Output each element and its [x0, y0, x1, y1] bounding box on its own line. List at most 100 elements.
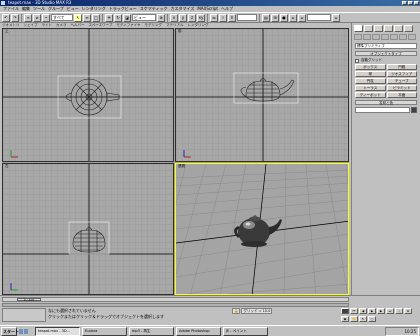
material-editor-icon[interactable]: ● — [280, 13, 288, 22]
spacewarps-icon[interactable] — [399, 34, 407, 40]
app-icon[interactable] — [1, 1, 5, 5]
category-dropdown[interactable]: 標準プリミティブ — [355, 43, 417, 49]
axis-x-icon[interactable]: x — [170, 13, 178, 22]
prev-frame-icon[interactable]: ◀ — [359, 308, 367, 314]
geosphere-button[interactable]: ジオスフィア — [386, 71, 417, 77]
torus-button[interactable]: トーラス — [355, 85, 386, 91]
motion-tab-icon[interactable] — [384, 25, 393, 32]
viewport-label-front[interactable]: 前 — [178, 29, 182, 34]
taskbar-item-mp3[interactable]: mp3 - 再生 — [129, 326, 174, 336]
taskbar-item-paint[interactable]: JE - ペイント — [223, 326, 268, 336]
zoom-icon[interactable]: 🔍 — [395, 308, 403, 314]
toolbar-separator — [259, 13, 260, 22]
bind-spacewarp-icon[interactable]: ~ — [42, 13, 50, 22]
viewport-front[interactable]: 前 — [175, 28, 349, 162]
sphere-button[interactable]: 球 — [355, 71, 386, 77]
viewport-label-left[interactable]: 左 — [5, 164, 9, 169]
autogrid-row: 自動グリッド — [355, 58, 417, 63]
helpers-icon[interactable] — [390, 34, 398, 40]
create-tab-icon[interactable] — [354, 25, 363, 32]
taskbar-item-eudora[interactable]: Eudora — [82, 326, 127, 336]
named-selection-dropdown[interactable] — [237, 14, 257, 21]
taskbar: スタート teapot.max - 3D... Eudora mp3 - 再生 … — [0, 325, 420, 336]
arc-rotate-icon[interactable]: ↻ — [359, 315, 367, 322]
track-bar[interactable] — [2, 303, 349, 307]
min-max-toggle-icon[interactable]: ▢ — [368, 315, 376, 322]
minimize-button[interactable] — [402, 1, 407, 5]
rollout-name-color[interactable]: 名前と色 — [355, 100, 417, 105]
time-slider[interactable]: 0 / 100 — [2, 297, 349, 302]
align-icon[interactable]: ⫴ — [228, 13, 236, 22]
reference-coord-dropdown[interactable]: ビュー — [132, 14, 156, 21]
cone-button[interactable]: 円錐 — [386, 64, 417, 70]
render-scene-icon[interactable]: ☕ — [289, 13, 297, 22]
hierarchy-tab-icon[interactable] — [374, 25, 383, 32]
unlink-icon[interactable]: ≠ — [33, 13, 41, 22]
redo-icon[interactable]: ↷ — [11, 13, 19, 22]
select-rotate-icon[interactable]: ↻ — [114, 13, 122, 22]
utilities-tab-icon[interactable] — [404, 25, 413, 32]
track-view-icon[interactable]: ▤ — [262, 13, 270, 22]
cameras-icon[interactable] — [381, 34, 389, 40]
pyramid-button[interactable]: ピラミッド — [386, 85, 417, 91]
viewport-label-top[interactable]: 上 — [5, 29, 9, 34]
viewport-perspective[interactable]: 透視 — [175, 163, 349, 295]
play-icon[interactable]: ▶ — [368, 308, 376, 314]
cylinder-button[interactable]: 円柱 — [355, 78, 386, 84]
taskbar-item-photoshop[interactable]: Adobe Photoshop — [176, 326, 221, 336]
axis-y-icon[interactable]: y — [179, 13, 187, 22]
viewport-label-perspective[interactable]: 透視 — [178, 164, 185, 169]
lights-icon[interactable] — [372, 34, 380, 40]
mirror-icon[interactable]: ⇋ — [210, 13, 218, 22]
teapot-button[interactable]: ティーポット — [355, 92, 386, 98]
viewport-top[interactable]: 上 — [2, 28, 174, 162]
goto-end-icon[interactable]: ⏭ — [386, 308, 394, 314]
maximize-button[interactable] — [408, 1, 413, 5]
axis-xy-icon[interactable]: xy — [197, 13, 205, 22]
zoom-extents-icon[interactable]: ▣ — [341, 315, 349, 322]
pan-icon[interactable]: ✋ — [350, 315, 358, 322]
browser-icon[interactable] — [24, 328, 28, 334]
systems-icon[interactable] — [408, 34, 416, 40]
link-icon[interactable]: ∞ — [24, 13, 32, 22]
start-button[interactable]: スタート — [1, 326, 19, 336]
render-type-dropdown[interactable] — [307, 14, 331, 21]
undo-icon[interactable]: ↶ — [2, 13, 10, 22]
front-grid — [176, 29, 348, 161]
viewport-left[interactable]: 左 — [2, 163, 174, 295]
select-object-icon[interactable]: ↖ — [74, 13, 82, 22]
box-button[interactable]: ボックス — [355, 64, 386, 70]
object-color-swatch[interactable] — [411, 107, 417, 113]
desktop-icon[interactable] — [19, 328, 23, 334]
status-panel — [2, 308, 46, 322]
goto-start-icon[interactable]: ⏮ — [350, 308, 358, 314]
toolbar-separator — [21, 13, 22, 22]
select-by-name-icon[interactable]: ≡ — [83, 13, 91, 22]
taskbar-item-max[interactable]: teapot.max - 3D... — [35, 326, 80, 336]
geometry-icon[interactable] — [354, 34, 362, 40]
selection-filter-dropdown[interactable]: すべて — [51, 14, 73, 21]
close-button[interactable] — [414, 1, 419, 5]
select-scale-icon[interactable]: ◪ — [123, 13, 131, 22]
axis-z-icon[interactable]: z — [188, 13, 196, 22]
render-last-icon[interactable]: ☕ — [332, 13, 340, 22]
schematic-icon[interactable]: ⊞ — [271, 13, 279, 22]
select-move-icon[interactable]: ✛ — [105, 13, 113, 22]
quick-render-icon[interactable]: ☕ — [298, 13, 306, 22]
tube-button[interactable]: チューブ — [386, 78, 417, 84]
shapes-icon[interactable] — [363, 34, 371, 40]
lock-selection-icon[interactable]: 🔒 — [232, 308, 241, 314]
autogrid-checkbox[interactable] — [355, 58, 359, 63]
time-slider-thumb[interactable]: 0 / 100 — [17, 298, 41, 302]
pivot-icon[interactable]: ⊕ — [157, 13, 165, 22]
display-tab-icon[interactable] — [394, 25, 403, 32]
animate-toggle[interactable] — [341, 308, 349, 314]
plane-button[interactable]: 平面 — [386, 92, 417, 98]
rollout-object-type[interactable]: オブジェクトタイプ — [355, 51, 417, 56]
modify-tab-icon[interactable] — [364, 25, 373, 32]
rect-region-icon[interactable]: □ — [92, 13, 100, 22]
object-name-field[interactable] — [355, 107, 410, 113]
next-frame-icon[interactable]: ▶ — [377, 308, 385, 314]
zoom-all-icon[interactable]: ⊕ — [404, 308, 412, 314]
array-icon[interactable]: ⁞ — [219, 13, 227, 22]
